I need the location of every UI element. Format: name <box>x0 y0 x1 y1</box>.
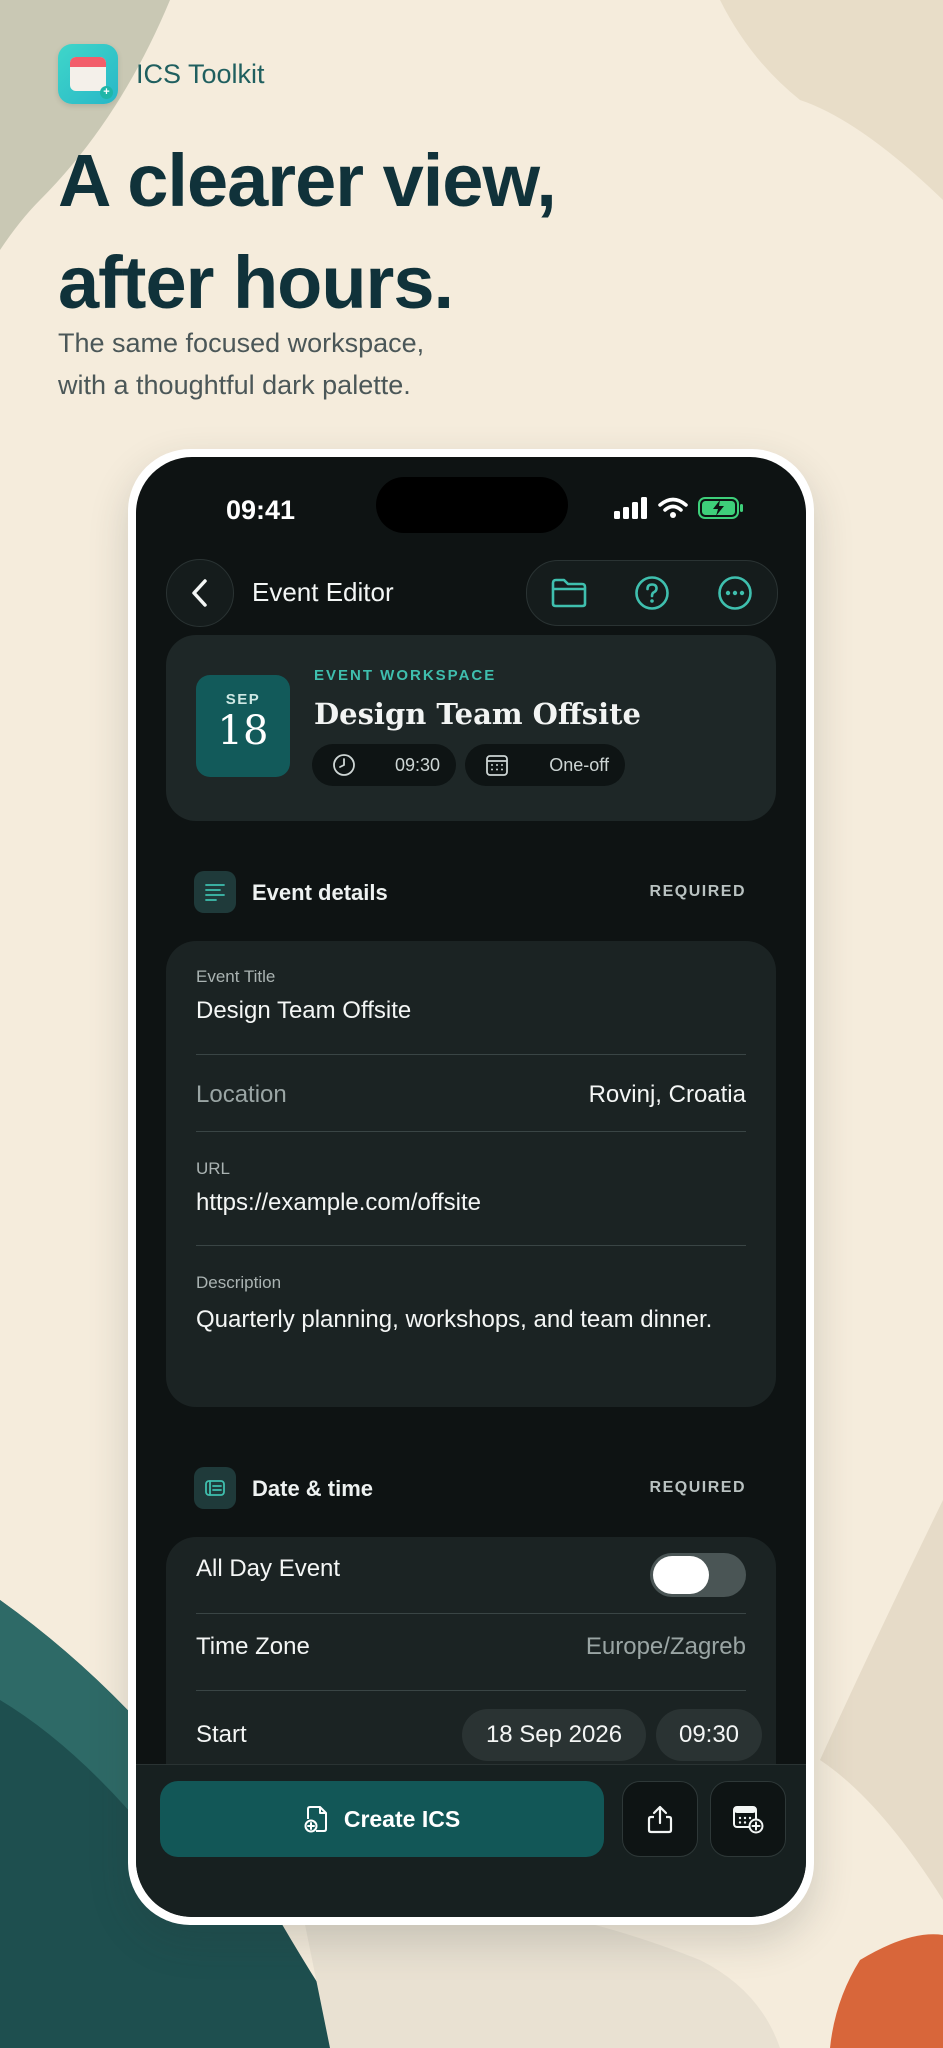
date-month: SEP <box>225 691 261 708</box>
brand: + ICS Toolkit <box>58 44 265 104</box>
headline-line-2: after hours. <box>58 241 454 324</box>
event-details-card: Event Title Design Team Offsite Location… <box>166 941 776 1407</box>
nav-title: Event Editor <box>252 577 394 607</box>
time-chip-label: 09:30 <box>394 754 440 775</box>
divider <box>196 1690 746 1691</box>
all-day-toggle[interactable] <box>650 1553 746 1597</box>
repeat-chip-label: One-off <box>549 754 609 775</box>
repeat-chip[interactable]: One-off <box>465 744 625 786</box>
create-ics-button[interactable]: Create ICS <box>160 1781 604 1857</box>
chevron-left-icon <box>192 579 207 607</box>
status-icons <box>614 497 744 519</box>
toggle-knob <box>653 1556 709 1594</box>
start-date-pill[interactable]: 18 Sep 2026 <box>462 1709 646 1761</box>
event-title-caption: Event Title <box>196 967 276 986</box>
time-chip[interactable]: 09:30 <box>312 744 456 786</box>
event-title-value[interactable]: Design Team Offsite <box>196 997 411 1025</box>
wifi-icon <box>658 497 688 518</box>
event-details-header: Event details REQUIRED <box>194 871 746 913</box>
section-time-icon <box>194 1467 236 1509</box>
subline-line-1: The same focused workspace, <box>58 328 425 358</box>
promo-subline: The same focused workspace, with a thoug… <box>58 322 424 406</box>
description-value[interactable]: Quarterly planning, workshops, and team … <box>196 1303 716 1336</box>
calendar-grid-icon <box>486 755 508 776</box>
timezone-value[interactable]: Europe/Zagreb <box>586 1633 746 1661</box>
more-horizontal-icon <box>718 576 753 610</box>
create-ics-label: Create ICS <box>343 1805 461 1832</box>
more-button[interactable] <box>713 571 757 615</box>
start-time-pill[interactable]: 09:30 <box>656 1709 762 1761</box>
text-lines-icon <box>205 884 225 901</box>
open-folder-button[interactable] <box>547 571 591 615</box>
help-circle-icon <box>635 576 669 610</box>
calendar-add-icon <box>733 1806 764 1834</box>
promo-headline: A clearer view, after hours. <box>58 130 557 334</box>
event-details-required: REQUIRED <box>649 883 746 900</box>
timezone-label: Time Zone <box>196 1633 310 1660</box>
phone-frame: 09:41 Event Editor SEP 18 EVENT WORKSPAC… <box>128 449 814 1925</box>
back-button[interactable] <box>166 559 234 627</box>
share-button[interactable] <box>622 1781 698 1857</box>
location-label: Location <box>196 1081 287 1108</box>
list-card-icon <box>205 1480 225 1496</box>
date-day: 18 <box>217 708 269 754</box>
date-time-header: Date & time REQUIRED <box>194 1467 746 1509</box>
app-logo-icon: + <box>58 44 118 104</box>
bottom-action-bar: Create ICS <box>136 1764 806 1917</box>
location-value[interactable]: Rovinj, Croatia <box>589 1081 746 1109</box>
status-time: 09:41 <box>226 495 296 525</box>
event-hero-card: SEP 18 EVENT WORKSPACE Design Team Offsi… <box>166 635 776 821</box>
hero-eyebrow: EVENT WORKSPACE <box>314 667 497 684</box>
url-caption: URL <box>196 1159 231 1178</box>
date-tile: SEP 18 <box>196 675 290 777</box>
folder-icon <box>551 578 586 608</box>
section-text-icon <box>194 871 236 913</box>
url-value[interactable]: https://example.com/offsite <box>196 1189 481 1217</box>
file-add-icon <box>304 1806 327 1833</box>
divider <box>196 1054 746 1055</box>
headline-line-1: A clearer view, <box>58 139 557 222</box>
date-time-label: Date & time <box>252 1476 374 1501</box>
help-button[interactable] <box>630 571 674 615</box>
subline-line-2: with a thoughtful dark palette. <box>58 370 411 400</box>
date-time-required: REQUIRED <box>649 1479 746 1496</box>
divider <box>196 1245 746 1246</box>
hero-title: Design Team Offsite <box>314 697 641 731</box>
dynamic-island <box>376 477 568 533</box>
clock-icon <box>333 754 355 776</box>
app-name: ICS Toolkit <box>136 58 265 89</box>
phone-screen: 09:41 Event Editor SEP 18 EVENT WORKSPAC… <box>136 457 806 1917</box>
all-day-label: All Day Event <box>196 1555 341 1582</box>
divider <box>196 1613 746 1614</box>
start-label: Start <box>196 1721 247 1748</box>
event-details-label: Event details <box>252 880 388 905</box>
divider <box>196 1131 746 1132</box>
share-icon <box>647 1805 673 1834</box>
battery-charging-icon <box>698 497 743 519</box>
toolbar <box>526 560 778 626</box>
description-caption: Description <box>196 1273 282 1292</box>
add-to-calendar-button[interactable] <box>710 1781 786 1857</box>
signal-icon <box>614 497 647 519</box>
